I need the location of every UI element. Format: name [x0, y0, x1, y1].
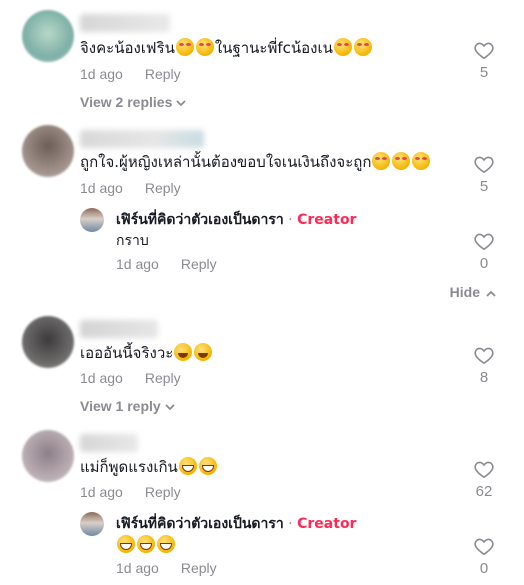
creator-name[interactable]: เฟิร์นที่คิดว่าตัวเองเป็นดารา [116, 516, 284, 532]
username-blurred[interactable] [80, 130, 204, 148]
heart-icon [474, 538, 494, 555]
reply-button[interactable]: Reply [145, 370, 181, 386]
comment-time: 1d ago [80, 180, 123, 196]
username-blurred[interactable] [80, 434, 138, 452]
avatar[interactable] [22, 125, 74, 177]
grinning-sweat-emoji-icon [198, 457, 217, 475]
smiling-hearts-emoji-icon [195, 38, 214, 56]
reply-button[interactable]: Reply [181, 256, 217, 272]
reply-time: 1d ago [116, 560, 159, 576]
comment-meta: 1d ago Reply [80, 66, 181, 82]
separator-dot: · [288, 212, 293, 228]
creator-avatar[interactable] [80, 512, 104, 536]
like-count: 62 [475, 483, 493, 500]
reply-time: 1d ago [116, 256, 159, 272]
reply-meta: 1d ago Reply [116, 560, 217, 576]
username-blurred[interactable] [80, 14, 170, 32]
heart-icon [474, 42, 494, 59]
like-button[interactable]: 0 [472, 232, 496, 272]
creator-tag: Creator [297, 516, 357, 532]
grinning-sweat-emoji-icon [157, 535, 175, 553]
comment-text: จิงคะน้องเฟริน ในฐานะพี่fcน้องเน [80, 38, 373, 58]
heart-icon [474, 461, 494, 478]
comment-meta: 1d ago Reply [80, 180, 181, 196]
avatar[interactable] [22, 316, 74, 368]
smiling-hearts-emoji-icon [333, 38, 352, 56]
username-blurred[interactable] [80, 320, 158, 338]
chevron-down-icon [176, 100, 186, 107]
view-replies-button[interactable]: View 2 replies [80, 94, 186, 110]
grinning-sweat-emoji-icon [117, 535, 135, 553]
grinning-sweat-emoji-icon [178, 457, 197, 475]
avatar[interactable] [22, 430, 74, 482]
reply-button[interactable]: Reply [145, 180, 181, 196]
like-count: 8 [479, 369, 489, 386]
rolling-laughing-emoji-icon [174, 343, 193, 361]
smiling-hearts-emoji-icon [353, 38, 372, 56]
chevron-up-icon [486, 290, 496, 297]
like-button[interactable]: 0 [472, 537, 496, 577]
grinning-sweat-emoji-icon [137, 535, 155, 553]
comment-time: 1d ago [80, 484, 123, 500]
smiling-hearts-emoji-icon [175, 38, 194, 56]
comment-text: ถูกใจ.ผู้หญิงเหล่านั้นต้องขอบใจเนเงินถึง… [80, 152, 431, 172]
creator-avatar[interactable] [80, 208, 104, 232]
reply-meta: 1d ago Reply [116, 256, 217, 272]
like-button[interactable]: 8 [472, 346, 496, 386]
like-button[interactable]: 62 [472, 460, 496, 500]
smiling-hearts-emoji-icon [392, 152, 411, 170]
like-count: 5 [479, 64, 489, 81]
creator-name-line: เฟิร์นที่คิดว่าตัวเองเป็นดารา · Creator [116, 209, 356, 231]
comment-text: เอออันนี้จริงวะ [80, 343, 213, 363]
heart-icon [474, 233, 494, 250]
like-button[interactable]: 5 [472, 41, 496, 81]
comment-meta: 1d ago Reply [80, 370, 181, 386]
heart-icon [474, 156, 494, 173]
hide-replies-button[interactable]: Hide [450, 284, 496, 300]
view-replies-button[interactable]: View 1 reply [80, 398, 175, 414]
rolling-laughing-emoji-icon [194, 343, 213, 361]
comment-time: 1d ago [80, 370, 123, 386]
chevron-down-icon [165, 404, 175, 411]
like-count: 0 [479, 255, 489, 272]
like-count: 5 [479, 178, 489, 195]
smiling-hearts-emoji-icon [412, 152, 431, 170]
separator-dot: · [288, 516, 293, 532]
comment-time: 1d ago [80, 66, 123, 82]
like-button[interactable]: 5 [472, 155, 496, 195]
reply-button[interactable]: Reply [145, 484, 181, 500]
like-count: 0 [479, 560, 489, 577]
reply-button[interactable]: Reply [145, 66, 181, 82]
reply-text: กราบ [116, 233, 149, 249]
heart-icon [474, 347, 494, 364]
reply-text [116, 535, 176, 555]
creator-tag: Creator [297, 212, 357, 228]
creator-name[interactable]: เฟิร์นที่คิดว่าตัวเองเป็นดารา [116, 212, 284, 228]
reply-button[interactable]: Reply [181, 560, 217, 576]
comment-meta: 1d ago Reply [80, 484, 181, 500]
comment-text: แม่ก็พูดแรงเกิน [80, 457, 218, 477]
smiling-hearts-emoji-icon [372, 152, 391, 170]
creator-name-line: เฟิร์นที่คิดว่าตัวเองเป็นดารา · Creator [116, 513, 356, 535]
avatar[interactable] [22, 10, 74, 62]
